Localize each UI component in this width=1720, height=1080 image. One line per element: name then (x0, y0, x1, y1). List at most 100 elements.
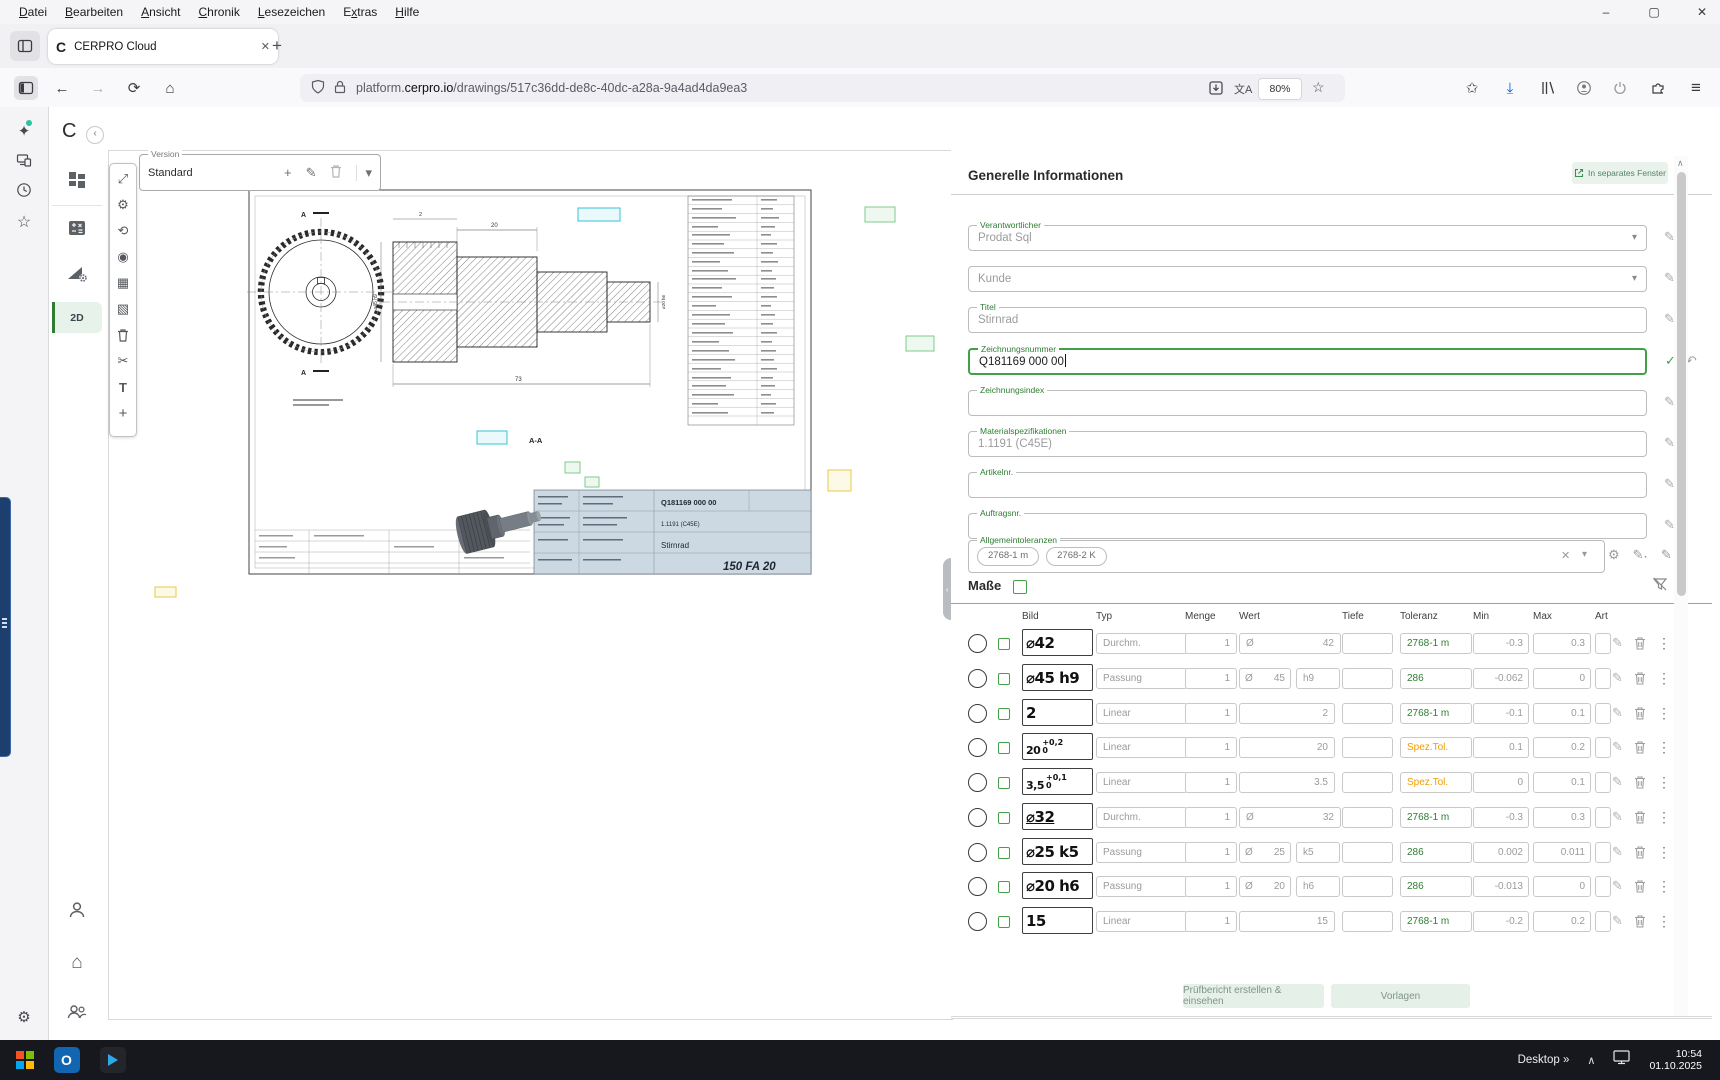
row-checkbox[interactable] (998, 916, 1010, 928)
version-dropdown-icon[interactable]: ▾ (356, 165, 372, 181)
menge-field[interactable]: 1 (1185, 737, 1237, 758)
home-nav-icon[interactable]: ⌂ (66, 952, 88, 972)
toleranz-field[interactable]: 286 (1400, 668, 1472, 689)
sidebar-toggle-icon[interactable] (10, 31, 40, 61)
dimension-image[interactable]: ⌀32 (1022, 803, 1093, 830)
toleranz-field[interactable]: Spez.Tol. (1400, 737, 1472, 758)
min-field[interactable]: 0.1 (1473, 737, 1529, 758)
dashboard-icon[interactable] (66, 170, 88, 190)
window-maximize-button[interactable]: ▢ (1634, 0, 1674, 24)
wert-field[interactable]: Ø25 (1239, 842, 1291, 863)
toleranz-field[interactable]: 286 (1400, 876, 1472, 897)
toleranz-field[interactable]: 2768-1 m (1400, 911, 1472, 932)
menge-field[interactable]: 1 (1185, 772, 1237, 793)
taskbar-clock[interactable]: 10:5401.10.2025 (1649, 1048, 1702, 1073)
tracking-shield-icon[interactable] (310, 79, 326, 98)
zoom-level[interactable]: 80% (1258, 78, 1302, 100)
min-field[interactable]: -0.062 (1473, 668, 1529, 689)
save-page-icon[interactable] (1208, 80, 1224, 99)
toleranz-field[interactable]: 2768-1 m (1400, 807, 1472, 828)
row-menu-kebab-icon[interactable]: ⋮ (1657, 669, 1671, 687)
mase-select-all-checkbox[interactable] (1013, 580, 1027, 594)
row-radio[interactable] (968, 634, 987, 653)
clear-icon[interactable]: ✕ (1561, 549, 1570, 562)
general-tolerances-field[interactable]: Allgemeintoleranzen 2768-1 m 2768-2 K ✕ … (968, 540, 1605, 573)
dimension-image[interactable]: 3,5+0,10 (1022, 768, 1093, 795)
tolerance-chip[interactable]: 2768-2 K (1046, 547, 1107, 566)
art-field[interactable] (1595, 737, 1611, 758)
tiefe-field[interactable] (1342, 668, 1393, 689)
max-field[interactable]: 0.2 (1533, 911, 1591, 932)
wert-field[interactable]: Ø42 (1239, 633, 1341, 654)
dimension-image[interactable]: ⌀20 h6 (1022, 872, 1093, 899)
menge-field[interactable]: 1 (1185, 668, 1237, 689)
templates-button[interactable]: Vorlagen (1331, 984, 1470, 1008)
downloads-icon[interactable]: ⤓ (1498, 76, 1522, 100)
menu-lesezeichen[interactable]: Lesezeichen (249, 3, 334, 21)
grid-icon[interactable]: ▦ (111, 270, 135, 296)
visibility-eye-icon[interactable]: ◉ (111, 244, 135, 270)
dimension-image[interactable]: 15 (1022, 907, 1093, 934)
field-verantwortlicher[interactable]: VerantwortlicherProdat Sql▾✎ (968, 225, 1647, 251)
passung-code-field[interactable]: h9 (1296, 668, 1340, 689)
max-field[interactable]: 0.3 (1533, 807, 1591, 828)
field-titel[interactable]: TitelStirnrad✎ (968, 307, 1647, 333)
calculation-icon[interactable] (66, 218, 88, 238)
row-checkbox[interactable] (998, 742, 1010, 754)
row-radio[interactable] (968, 843, 987, 862)
row-menu-kebab-icon[interactable]: ⋮ (1657, 843, 1671, 861)
row-radio[interactable] (968, 704, 987, 723)
open-separate-window-button[interactable]: In separates Fenster (1572, 162, 1668, 184)
delete-trash-icon[interactable] (1634, 740, 1646, 759)
account-icon[interactable] (1572, 76, 1596, 100)
edit-pencil-icon[interactable]: ✎ (1612, 845, 1623, 858)
new-tab-button[interactable]: + (272, 36, 282, 56)
wert-field[interactable]: Ø32 (1239, 807, 1341, 828)
art-field[interactable] (1595, 807, 1611, 828)
users-group-icon[interactable] (66, 1002, 88, 1022)
delete-version-icon[interactable] (330, 164, 342, 181)
max-field[interactable]: 0 (1533, 668, 1591, 689)
row-checkbox[interactable] (998, 673, 1010, 685)
dimension-image[interactable]: 20+0,20 (1022, 733, 1093, 760)
wert-field[interactable]: 2 (1239, 703, 1335, 724)
menge-field[interactable]: 1 (1185, 807, 1237, 828)
typ-field[interactable]: Passung (1096, 842, 1188, 863)
app-menu-icon[interactable]: ≡ (1684, 76, 1708, 100)
filter-icon[interactable] (1652, 576, 1668, 597)
menu-hilfe[interactable]: Hilfe (386, 3, 428, 21)
row-menu-kebab-icon[interactable]: ⋮ (1657, 704, 1671, 722)
tiefe-field[interactable] (1342, 876, 1393, 897)
max-field[interactable]: 0.2 (1533, 737, 1591, 758)
edit-pencil-icon[interactable]: ✎ (1612, 740, 1623, 753)
delete-trash-icon[interactable] (1634, 810, 1646, 829)
menu-bearbeiten[interactable]: Bearbeiten (56, 3, 132, 21)
scrollbar-thumb[interactable] (1677, 172, 1686, 596)
wert-field[interactable]: Ø45 (1239, 668, 1291, 689)
window-close-button[interactable]: ✕ (1682, 0, 1720, 24)
field-artikelnr-[interactable]: Artikelnr.✎ (968, 472, 1647, 498)
typ-field[interactable]: Passung (1096, 876, 1188, 897)
version-value[interactable]: Standard (148, 167, 270, 179)
wert-field[interactable]: Ø20 (1239, 876, 1291, 897)
toleranz-field[interactable]: 286 (1400, 842, 1472, 863)
menu-datei[interactable]: Datei (10, 3, 56, 21)
collapse-panel-icon[interactable]: ‹ (86, 126, 104, 144)
field-zeichnungsindex[interactable]: Zeichnungsindex✎ (968, 390, 1647, 416)
wert-field[interactable]: 15 (1239, 911, 1335, 932)
delete-trash-icon[interactable] (1634, 879, 1646, 898)
menu-extras[interactable]: Extras (334, 3, 386, 21)
min-field[interactable]: -0.3 (1473, 633, 1529, 654)
chevron-down-icon[interactable]: ▾ (1632, 268, 1637, 290)
menge-field[interactable]: 1 (1185, 842, 1237, 863)
edit-version-icon[interactable]: ✎ (306, 165, 317, 181)
menge-field[interactable]: 1 (1185, 633, 1237, 654)
passung-code-field[interactable]: k5 (1296, 842, 1340, 863)
edit-pencil-icon[interactable]: ✎ (1612, 879, 1623, 892)
field-kunde[interactable]: Kunde▾✎ (968, 266, 1647, 292)
min-field[interactable]: -0.3 (1473, 807, 1529, 828)
settings-gear-icon[interactable]: ⚙ (111, 192, 135, 218)
sidebars-icon[interactable] (14, 76, 38, 100)
row-radio[interactable] (968, 773, 987, 792)
max-field[interactable]: 0.3 (1533, 633, 1591, 654)
